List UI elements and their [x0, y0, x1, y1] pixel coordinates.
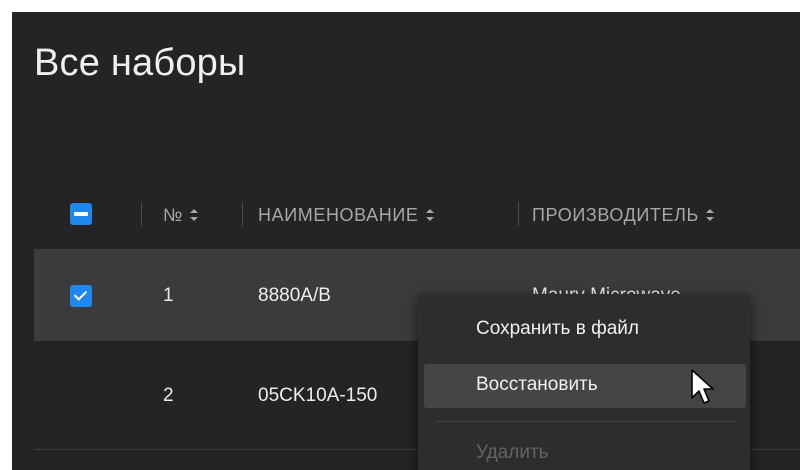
row-name: 8880A/B — [258, 285, 331, 306]
column-header-number[interactable]: № — [163, 205, 199, 226]
column-separator — [242, 202, 243, 226]
menu-item-label: Сохранить в файл — [476, 318, 639, 339]
menu-item-label: Удалить — [476, 442, 549, 463]
menu-item-delete: Удалить — [424, 432, 746, 470]
column-header-number-label: № — [163, 205, 183, 225]
sort-icon — [189, 209, 198, 221]
menu-separator — [436, 421, 738, 422]
column-header-name-label: НАИМЕНОВАНИЕ — [258, 205, 419, 225]
row-checkbox[interactable] — [70, 285, 92, 307]
menu-item-save-to-file[interactable]: Сохранить в файл — [424, 308, 746, 352]
column-header-manufacturer[interactable]: ПРОИЗВОДИТЕЛЬ — [532, 205, 715, 226]
sets-panel: Все наборы № НАИМЕНОВАНИЕ ПРОИЗВОДИТЕЛЬ … — [12, 12, 800, 470]
column-header-name[interactable]: НАИМЕНОВАНИЕ — [258, 205, 435, 226]
column-separator — [141, 202, 142, 226]
sort-icon — [705, 209, 714, 221]
row-number: 2 — [163, 385, 174, 406]
column-separator — [518, 202, 519, 226]
sort-icon — [425, 209, 434, 221]
row-number: 1 — [163, 285, 174, 306]
mouse-cursor-icon — [691, 369, 714, 404]
page-title: Все наборы — [34, 42, 246, 84]
row-name: 05CK10A-150 — [258, 385, 378, 406]
select-all-checkbox[interactable] — [70, 203, 92, 225]
column-header-manufacturer-label: ПРОИЗВОДИТЕЛЬ — [532, 205, 699, 225]
menu-item-label: Восстановить — [476, 374, 598, 395]
